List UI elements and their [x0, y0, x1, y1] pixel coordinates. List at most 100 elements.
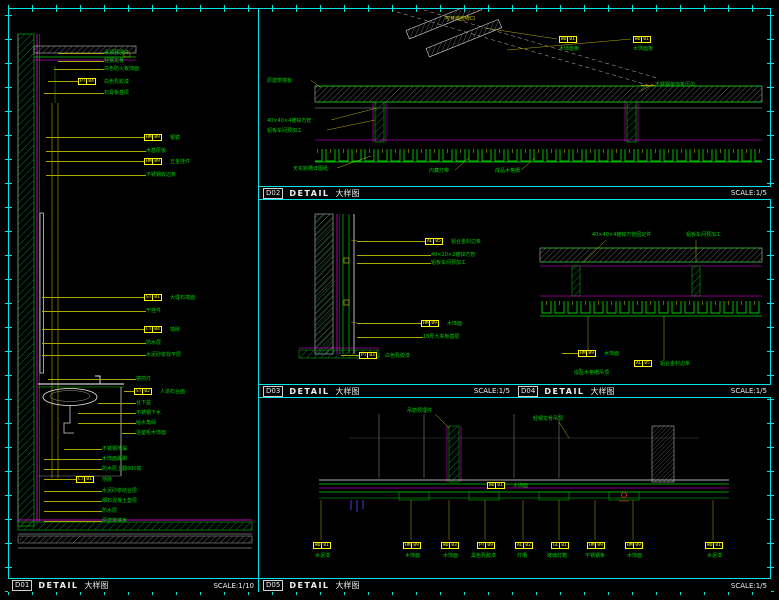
detail-title: DETAIL — [289, 581, 330, 590]
detail-title: DETAIL — [544, 386, 585, 396]
annotation-text: 大理石墙面 — [170, 295, 196, 301]
d05-annotations: 吊筋预埋件 轻钢龙骨吊顶 WD 01 木饰面 WD 01 水泥漆 HM 09 木饰面 WD 03 木饰面 P… — [259, 398, 771, 592]
leader-line — [44, 469, 102, 470]
annotation-text: 不锈钢地漏 — [102, 446, 128, 452]
annotation-text: 可开启检修口 — [445, 16, 476, 22]
material-code-tag: PT 04 — [78, 78, 96, 85]
annotation-text: 防水层上翻300高 — [102, 466, 142, 472]
leader-line — [64, 449, 102, 450]
annotation-text: 浴室柜木饰面 — [136, 430, 167, 436]
detail-subtitle: 大样图 — [335, 386, 360, 396]
leader-line — [122, 433, 136, 434]
d02-titlebar: D02 DETAIL 大样图 SCALE:1/5 — [259, 186, 771, 200]
detail-code: D05 — [263, 580, 284, 591]
detail-scale: SCALE:1/5 — [473, 387, 510, 395]
material-code-tag: HM 09 — [625, 542, 643, 549]
leader-line — [78, 423, 136, 424]
annotation-text: 水泥漆 — [315, 553, 331, 559]
annotation-text: 墙砖 — [170, 327, 181, 333]
detail-scale: SCALE:1/5 — [730, 189, 767, 197]
annotation-text: 成品木格栅吊顶 — [574, 370, 610, 376]
d04-titlebar: D04 DETAIL 大样图 SCALE:1/5 — [514, 384, 771, 398]
material-code-tag: HM 09 — [144, 134, 162, 141]
d02-annotations: 可开启检修口 WD 01 木饰面板 WD 01 木饰面板 不锈钢装饰条压边 原建筑楼板 40×40… — [259, 8, 771, 200]
leader-line — [357, 255, 431, 256]
leader-line — [46, 161, 144, 162]
detail-code: D03 — [263, 385, 284, 397]
leader-line — [42, 355, 146, 356]
detail-scale: SCALE:1/5 — [730, 581, 767, 590]
annotation-text: 五金挂件 — [170, 159, 191, 165]
material-code-tag: AL 05 — [634, 360, 652, 367]
d03-annotations: AL 05 铝合金封边条 40×20×2镀锌方管 铝板车间预加工 HM 09 木饰面 18厚九夹… — [259, 200, 514, 398]
leader-line — [44, 511, 102, 512]
annotation-text: 银镜 — [170, 135, 181, 141]
material-code-tag: HM 09 — [578, 350, 596, 357]
annotation-text: 铝合金封边条 — [660, 361, 691, 367]
leader-line — [58, 61, 104, 62]
material-code-tag: GL 01 — [551, 542, 569, 549]
detail-title: DETAIL — [38, 581, 79, 590]
leader-line — [46, 151, 146, 152]
leader-line — [44, 521, 102, 522]
annotation-text: 木基层板 — [146, 148, 167, 154]
detail-subtitle: 大样图 — [84, 581, 109, 590]
annotation-text: 铝板车间预加工 — [431, 260, 467, 266]
material-code-tag: WD 03 — [441, 542, 459, 549]
annotation-text: 白色防火板饰面 — [104, 66, 140, 72]
d01-annotations: 吊顶预埋件 轻钢龙骨 白色防火板饰面 PT 04 白色乳胶漆 石膏板基层 HM 09 银镜 木基层板… — [8, 8, 258, 592]
annotation-text: 原建筑楼板 — [267, 78, 293, 84]
material-code-tag: WD 01 — [313, 542, 331, 549]
annotation-text: 木饰面踢脚 — [102, 456, 128, 462]
d05-titlebar: D05 DETAIL 大样图 SCALE:1/5 — [259, 578, 771, 592]
panel-d04-ceiling-detail: 40×40×4镀锌方管固定件 铝板车间预加工 HM 09 木饰面 AL 05 铝合金封边条 成品… — [514, 200, 771, 398]
annotation-text: 木饰面 — [443, 553, 459, 559]
annotation-text: 地砖 — [102, 477, 113, 483]
annotation-text: 白色乳胶漆 — [385, 353, 411, 359]
detail-scale: SCALE:1/10 — [213, 581, 254, 590]
material-code-tag: ST 01 — [144, 294, 162, 301]
material-code-tag: CT 04 — [144, 326, 162, 333]
annotation-text: 木饰面 — [405, 553, 421, 559]
leader-line — [58, 53, 104, 54]
leader-line — [42, 297, 144, 298]
annotation-text: 轻钢龙骨 — [104, 58, 125, 64]
leader-line — [54, 69, 104, 70]
leader-line — [48, 379, 136, 380]
annotation-text: 18厚九夹板基层 — [423, 334, 460, 340]
annotation-text: 吊顶预埋件 — [104, 50, 130, 56]
material-code-tag: HM 09 — [421, 320, 439, 327]
leader-line — [44, 491, 102, 492]
leader-line — [48, 81, 78, 82]
material-code-tag: HM 09 — [403, 542, 421, 549]
material-code-tag: WD 01 — [487, 482, 505, 489]
material-code-tag: HM 09 — [587, 542, 605, 549]
annotation-text: 镜前灯 — [136, 376, 152, 382]
detail-code: D04 — [518, 385, 539, 397]
annotation-text: 防水层 — [146, 340, 162, 346]
material-code-tag: HM 09 — [144, 158, 162, 165]
annotation-text: 原建筑楼板 — [102, 518, 128, 524]
material-code-tag: WD 01 — [705, 542, 723, 549]
material-code-tag: ST 02 — [134, 388, 152, 395]
annotation-text: 灯槽 — [517, 553, 528, 559]
d03-titlebar: D03 DETAIL 大样图 SCALE:1/5 — [259, 384, 514, 398]
d04-annotations: 40×40×4镀锌方管固定件 铝板车间预加工 HM 09 木饰面 AL 05 铝合金封边条 成品… — [514, 200, 771, 398]
leader-line — [46, 175, 146, 176]
annotation-text: 木饰面板 — [633, 46, 654, 52]
annotation-text: 水泥砂浆找平层 — [146, 352, 182, 358]
leader-line — [357, 263, 431, 264]
panel-d05-ceiling-section: 吊筋预埋件 轻钢龙骨吊顶 WD 01 木饰面 WD 01 水泥漆 HM 09 木饰面 WD 03 木饰面 P… — [259, 398, 771, 592]
annotation-text: 铝板车间预加工 — [686, 232, 722, 238]
material-code-tag: PT 03 — [359, 352, 377, 359]
panel-d01-wall-section: 吊顶预埋件 轻钢龙骨 白色防火板饰面 PT 04 白色乳胶漆 石膏板基层 HM 09 银镜 木基层板… — [8, 8, 258, 592]
panel-d02-ceiling-section: 可开启检修口 WD 01 木饰面板 WD 01 木饰面板 不锈钢装饰条压边 原建筑楼板 40×40… — [259, 8, 771, 200]
annotation-text: 白色乳胶漆 — [104, 79, 130, 85]
annotation-text: 成品木格栅 — [495, 168, 521, 174]
annotation-text: 黑色乳胶漆 — [471, 553, 497, 559]
annotation-text: 不锈钢收边条 — [146, 172, 177, 178]
annotation-text: 细石混凝土垫层 — [102, 498, 138, 504]
annotation-text: 40×40×4镀锌方管固定件 — [592, 232, 652, 238]
annotation-text: 铝合金封边条 — [451, 239, 482, 245]
panel-d03-wall-detail: AL 05 铝合金封边条 40×20×2镀锌方管 铝板车间预加工 HM 09 木饰面 18厚九夹… — [259, 200, 514, 398]
